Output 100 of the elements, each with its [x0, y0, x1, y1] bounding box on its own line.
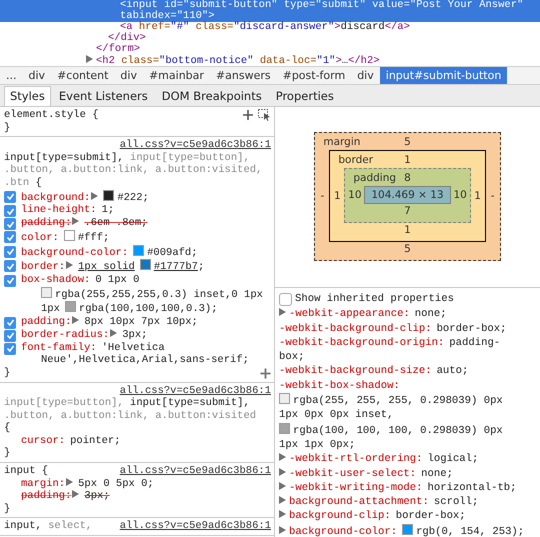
color-swatch[interactable]	[64, 301, 76, 312]
expand-arrow-icon[interactable]	[66, 261, 74, 270]
expand-arrow-icon[interactable]	[110, 328, 118, 337]
property-name[interactable]: -webkit-appearance:	[289, 308, 410, 320]
color-swatch[interactable]	[41, 286, 52, 298]
source-link[interactable]: all.css?v=c5e9ad6c3b86:1	[120, 520, 271, 534]
expand-arrow-icon[interactable]	[279, 468, 286, 476]
property-value: padding-	[449, 336, 500, 349]
property-name[interactable]: -webkit-rtl-ordering:	[289, 453, 423, 466]
source-link[interactable]: all.css?v=c5e9ad6c3b86:1	[120, 384, 271, 396]
breadcrumb-item[interactable]: #answers	[210, 67, 277, 84]
box-model-value: 1	[404, 223, 411, 238]
expand-arrow-icon[interactable]	[72, 316, 80, 324]
color-swatch[interactable]	[64, 230, 75, 242]
selector-text: {	[4, 422, 10, 434]
source-link[interactable]: all.css?v=c5e9ad6c3b86:1	[120, 465, 271, 478]
expand-arrow-icon[interactable]	[279, 308, 286, 316]
property-value: scroll;	[434, 496, 478, 508]
breadcrumb-item[interactable]: #content	[51, 67, 114, 84]
breadcrumb-item[interactable]: #mainbar	[142, 67, 210, 84]
property-name[interactable]: border:	[21, 261, 66, 274]
property-name[interactable]: background-color:	[21, 246, 128, 259]
property-name[interactable]: padding:	[21, 316, 72, 328]
element-picker-icon[interactable]	[258, 109, 271, 122]
property-name[interactable]: -webkit-user-select:	[289, 468, 416, 480]
expand-arrow-icon[interactable]	[66, 478, 74, 486]
add-icon[interactable]	[242, 109, 254, 122]
property-name[interactable]: cursor:	[21, 434, 66, 447]
property-value: 1px 1px 0px;	[279, 438, 356, 451]
color-swatch[interactable]	[402, 524, 414, 535]
breadcrumb-item[interactable]: div	[22, 67, 52, 84]
checkbox[interactable]	[4, 316, 16, 329]
property-name[interactable]: -webkit-background-origin:	[279, 336, 444, 349]
property-name[interactable]: box-shadow:	[21, 274, 90, 286]
expand-arrow-icon[interactable]	[72, 217, 80, 226]
property-name[interactable]: font-family:	[21, 342, 97, 354]
color-swatch[interactable]	[140, 259, 151, 270]
expand-arrow-icon[interactable]	[72, 490, 80, 498]
expand-arrow-icon[interactable]	[86, 55, 93, 63]
property-name[interactable]: padding:	[21, 490, 72, 502]
value-link[interactable]: 1px solid	[78, 261, 135, 274]
checkbox[interactable]	[4, 274, 16, 287]
expand-arrow-icon[interactable]	[279, 510, 286, 518]
value-link[interactable]: #1777b7	[154, 261, 198, 274]
checkbox[interactable]	[4, 218, 16, 230]
property-name[interactable]: padding:	[21, 217, 72, 230]
box-model-value: 10	[452, 189, 468, 202]
property-name[interactable]: line-height:	[21, 204, 97, 216]
expand-arrow-icon[interactable]	[279, 496, 286, 504]
checkbox[interactable]	[4, 231, 16, 244]
checkbox-label[interactable]: Show inherited properties	[295, 292, 454, 306]
expand-arrow-icon[interactable]	[279, 526, 286, 534]
html-tag: </form>	[96, 43, 140, 55]
property-value: rgb(0, 154, 253);	[416, 526, 524, 537]
breadcrumb-item[interactable]: #post-form	[276, 67, 352, 84]
expand-arrow-icon[interactable]	[91, 192, 98, 200]
property-name[interactable]: -webkit-background-size:	[279, 365, 432, 378]
property-value: #009afd;	[147, 246, 198, 259]
color-swatch[interactable]	[279, 393, 290, 404]
property-name[interactable]: border-radius:	[21, 328, 110, 341]
property-value: 0 1px 0	[95, 274, 140, 286]
color-swatch[interactable]	[279, 422, 290, 434]
property-name[interactable]: -webkit-box-shadow:	[279, 380, 400, 392]
breadcrumb-item[interactable]: ...	[0, 67, 22, 84]
property-name[interactable]: color:	[21, 232, 59, 244]
tab[interactable]: Event Listeners	[52, 86, 154, 106]
property-value: 1px	[41, 303, 60, 316]
checkbox[interactable]	[4, 342, 16, 355]
breadcrumb-item[interactable]: div	[114, 67, 143, 84]
tab[interactable]: DOM Breakpoints	[156, 86, 268, 106]
breadcrumb-item[interactable]: input#submit-button	[380, 67, 508, 84]
source-link[interactable]: all.css?v=c5e9ad6c3b86:1	[120, 139, 271, 152]
expand-arrow-icon[interactable]	[279, 482, 286, 490]
property-name[interactable]: -webkit-background-clip:	[279, 322, 432, 335]
property-name[interactable]: -webkit-writing-mode:	[289, 482, 423, 494]
property-value: Neue',Helvetica,Arial,sans-serif;	[41, 354, 249, 366]
property-name[interactable]: background:	[21, 192, 90, 204]
checkbox[interactable]	[4, 205, 16, 218]
checkbox[interactable]	[4, 330, 16, 342]
property-name[interactable]: margin:	[21, 478, 66, 490]
content-box: 104.469 × 13	[364, 186, 451, 204]
checkbox[interactable]	[279, 292, 292, 306]
tab[interactable]: Properties	[270, 86, 340, 106]
box-model-label: border	[338, 154, 374, 166]
property-value: 5px 0 5px 0;	[78, 478, 154, 490]
tab[interactable]: Styles	[4, 86, 51, 106]
selected-node-row[interactable]: tabindex="110">	[0, 11, 540, 22]
checkbox[interactable]	[4, 190, 16, 203]
expand-arrow-icon[interactable]	[279, 453, 286, 462]
add-icon[interactable]	[260, 368, 271, 379]
color-swatch[interactable]	[103, 190, 114, 201]
selector-text: .btn	[4, 176, 30, 189]
color-swatch[interactable]	[133, 244, 144, 256]
property-name[interactable]: background-clip:	[289, 510, 391, 522]
breadcrumb-item[interactable]: div	[351, 67, 380, 84]
checkbox[interactable]	[4, 260, 16, 272]
checkbox[interactable]	[4, 246, 16, 258]
property-name[interactable]: background-color:	[289, 526, 398, 537]
closing-brace: }	[4, 122, 10, 134]
property-name[interactable]: background-attachment:	[289, 496, 429, 508]
